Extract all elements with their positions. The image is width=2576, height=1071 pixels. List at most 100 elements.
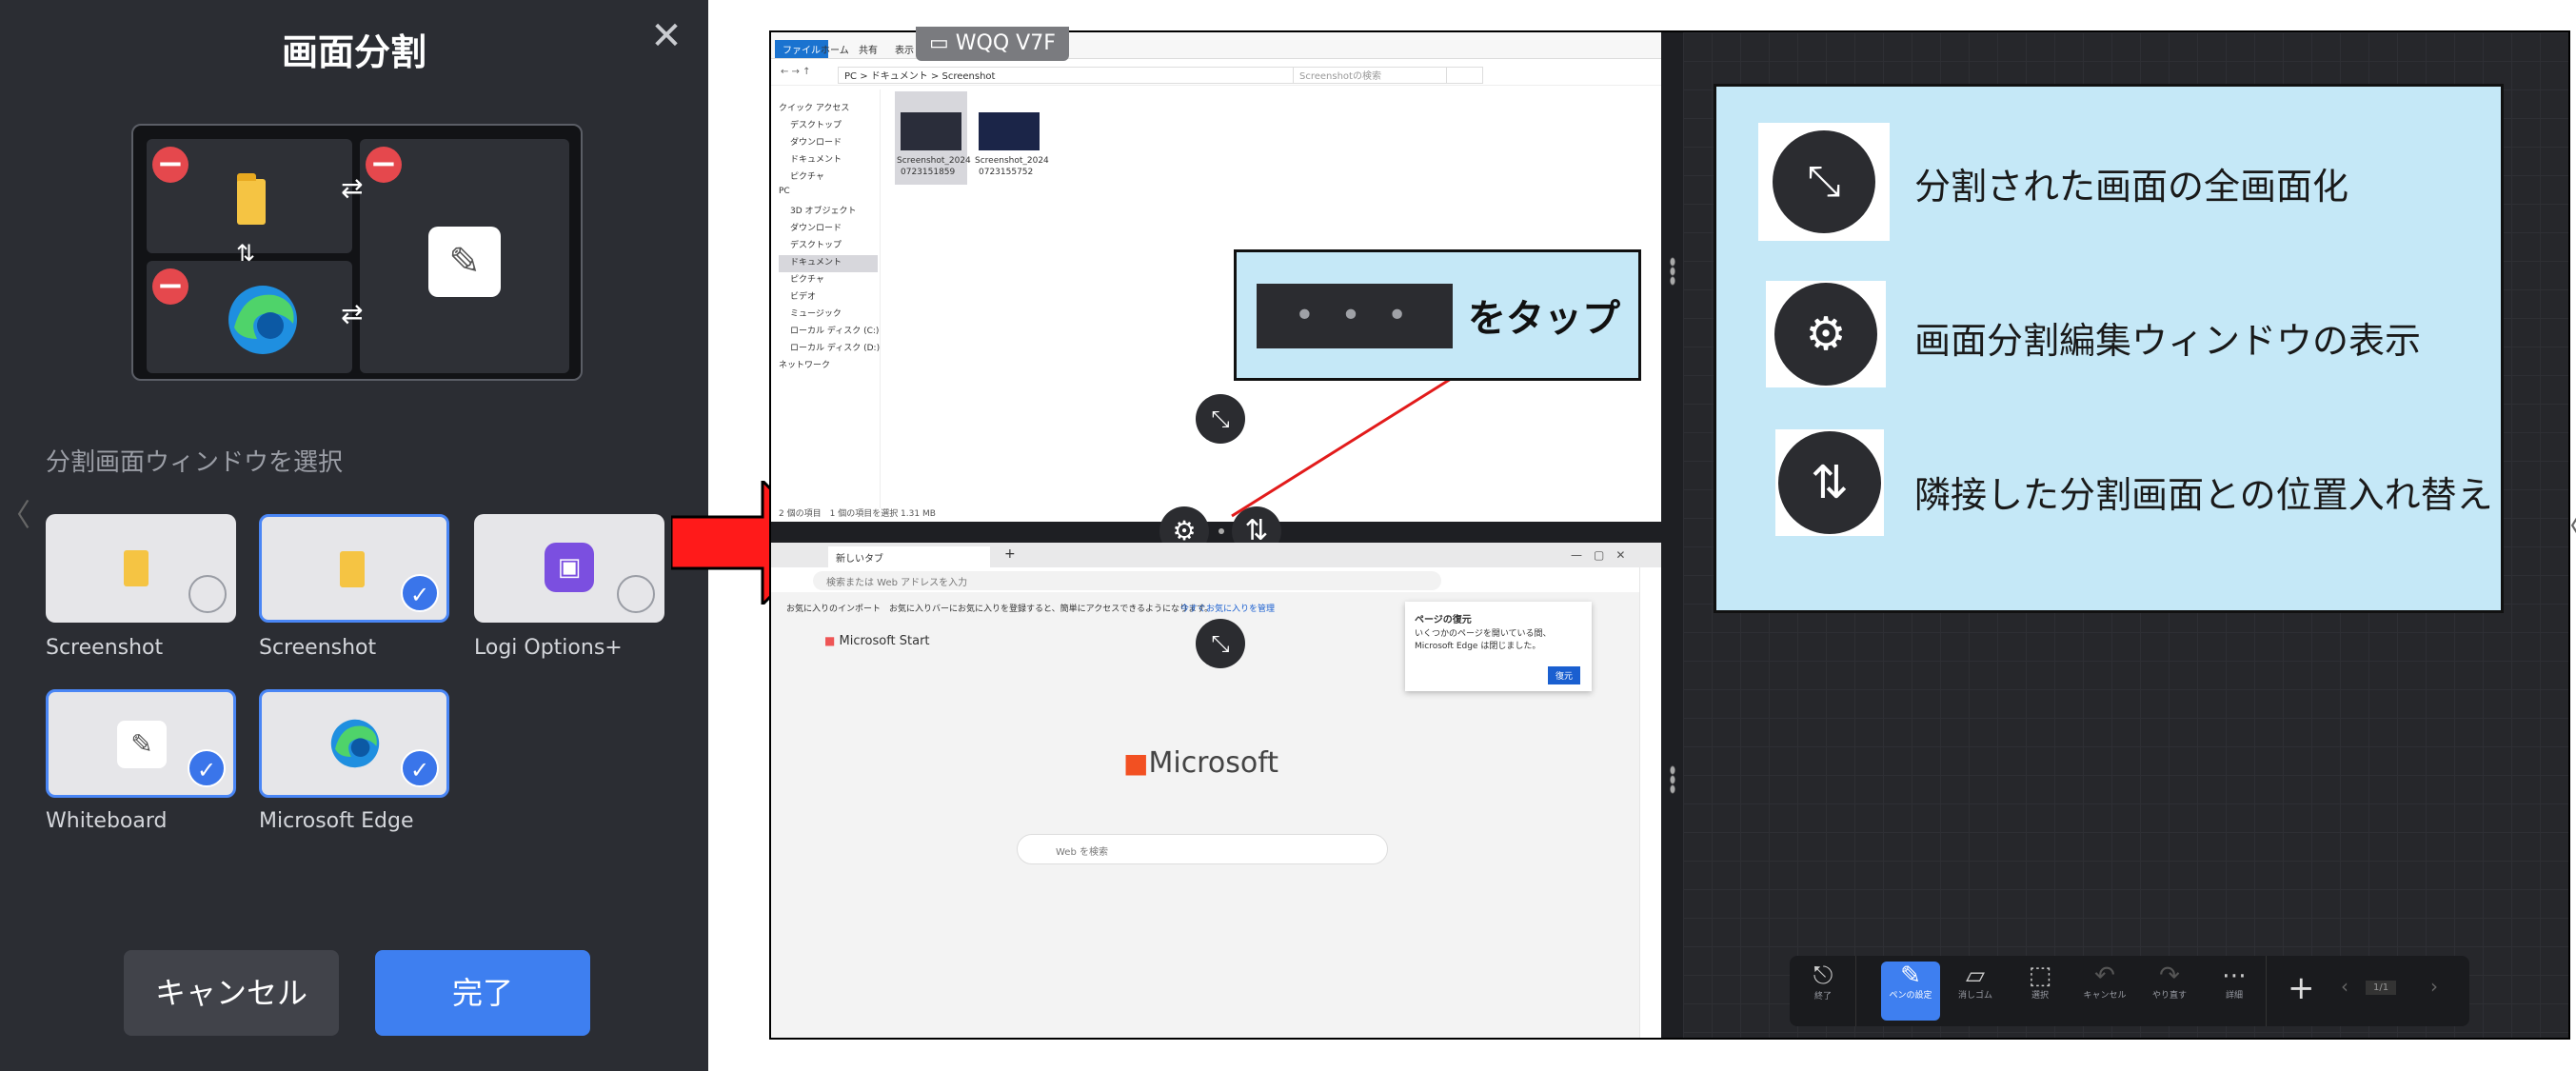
file-item-selected[interactable]: Screenshot_2024 0723151859: [895, 91, 971, 185]
select-icon[interactable]: ⬚ 選択: [2011, 962, 2070, 1021]
nav-arrows[interactable]: ← → ↑: [781, 67, 811, 77]
explorer-search-input[interactable]: Screenshotの検索: [1293, 67, 1483, 84]
exit-icon[interactable]: ⎋ 終了: [1790, 956, 1856, 1026]
drag-handle[interactable]: [1670, 765, 1675, 794]
window-controls[interactable]: — ▢ ✕: [1571, 546, 1625, 563]
nav-item[interactable]: 3D オブジェクト: [779, 204, 880, 221]
edge-sidebar[interactable]: [1639, 567, 1661, 1038]
legend-text: 画面分割編集ウィンドウの表示: [1914, 320, 2422, 362]
favbar-import[interactable]: お気に入りのインポート: [786, 602, 881, 614]
thumbnail: [979, 112, 1040, 150]
legend-icon-box: ⇅: [1775, 429, 1884, 536]
drag-handle[interactable]: [1670, 257, 1675, 286]
layout-preview: ✎ − − − ⇄ ⇄ ⇅: [131, 124, 583, 381]
pen-icon[interactable]: ✎ ペンの設定: [1881, 962, 1940, 1021]
tap-text: をタップ: [1468, 297, 1620, 341]
window-label: ▭ WQQ V7F: [916, 27, 1069, 61]
swap-horizontal-icon[interactable]: ⇄: [341, 301, 363, 327]
nav-item[interactable]: ミュージック: [779, 307, 880, 324]
window-card-edge[interactable]: ✓: [259, 689, 449, 798]
file-item[interactable]: Screenshot_2024 0723155752: [973, 91, 1049, 185]
logi-options-icon: ▣: [545, 543, 594, 592]
legend-icon-box: ⤡: [1758, 123, 1890, 241]
settings-icon: ⚙: [1774, 283, 1877, 386]
window-card-screenshot-2[interactable]: ✓: [259, 514, 449, 623]
nav-item[interactable]: ドキュメント: [779, 152, 880, 169]
nav-item[interactable]: ローカル ディスク (C:): [779, 324, 880, 341]
nav-item[interactable]: ダウンロード: [779, 221, 880, 238]
swap-vertical-icon: ⇅: [1778, 431, 1881, 534]
window-card-screenshot-1[interactable]: [46, 514, 236, 623]
page-indicator: 1/1: [2366, 981, 2397, 995]
microsoft-logo: ■Microsoft: [1123, 746, 1278, 780]
folder-icon: [124, 550, 149, 586]
card-label: Whiteboard: [46, 809, 168, 833]
page-controls: + ‹ 1/1 ›: [2266, 956, 2469, 1026]
edge-icon: [228, 286, 297, 354]
nav-item[interactable]: ダウンロード: [779, 135, 880, 152]
favbar-text: お気に入りバーにお気に入りを登録すると、簡単にアクセスできるようになります。: [889, 605, 1214, 614]
ribbon-tab[interactable]: ホーム: [821, 42, 849, 56]
remove-folder-button[interactable]: −: [152, 147, 188, 183]
whiteboard-pen-icon: ✎: [117, 721, 167, 768]
fullscreen-icon: ⤡: [1773, 130, 1875, 233]
nav-item[interactable]: ピクチャ: [779, 169, 880, 187]
restore-popup: ページの復元 いくつかのページを開いている間、Microsoft Edge は閉…: [1405, 602, 1592, 691]
address-input[interactable]: 検索または Web アドレスを入力: [813, 571, 1441, 590]
split-screen-panel: 画面分割 ✕ ✎ − − − ⇄ ⇄ ⇅ 分割画面ウィンドウを選択 Screen…: [0, 0, 708, 1071]
window-card-logi-options[interactable]: ▣: [474, 514, 664, 623]
nav-item[interactable]: ドキュメント: [779, 255, 878, 272]
split-divider[interactable]: [771, 522, 1661, 543]
thumbnail: [901, 112, 961, 150]
edge-window[interactable]: 新しいタブ + — ▢ ✕ 検索または Web アドレスを入力 お気に入りのイン…: [771, 543, 1661, 1038]
nav-item[interactable]: デスクトップ: [779, 238, 880, 255]
restore-button[interactable]: 復元: [1548, 666, 1581, 684]
undo-icon[interactable]: ↶ キャンセル: [2075, 962, 2134, 1021]
next-page-icon[interactable]: ›: [2430, 975, 2438, 998]
browser-tab[interactable]: 新しいタブ: [828, 546, 990, 567]
redo-icon[interactable]: ↷ やり直す: [2140, 962, 2199, 1021]
card-label: Screenshot: [259, 636, 377, 660]
nav-item[interactable]: クイック アクセス: [779, 101, 880, 118]
check-icon: ✓: [188, 749, 226, 787]
ms-start-link[interactable]: ■ Microsoft Start: [824, 634, 930, 648]
folder-icon: [340, 551, 365, 587]
unselected-radio[interactable]: [617, 575, 655, 613]
legend-icon-box: ⚙: [1766, 281, 1886, 387]
nav-item[interactable]: デスクトップ: [779, 118, 880, 135]
window-card-whiteboard[interactable]: ✎ ✓: [46, 689, 236, 798]
add-page-icon[interactable]: +: [2288, 969, 2315, 1007]
favbar-link[interactable]: 今すぐお気に入りを管理: [1180, 602, 1275, 614]
nav-item[interactable]: PC: [779, 187, 880, 204]
eraser-icon[interactable]: ▱ 消しゴム: [1946, 962, 2005, 1021]
nav-item[interactable]: ピクチャ: [779, 272, 880, 289]
done-button[interactable]: 完了: [375, 950, 590, 1036]
chevron-left-icon[interactable]: 〈: [0, 491, 30, 535]
icon-legend: ⤡ 分割された画面の全画面化 ⚙ 画面分割編集ウィンドウの表示 ⇅ 隣接した分割…: [1714, 84, 2504, 613]
swap-horizontal-icon[interactable]: ⇄: [341, 175, 363, 202]
chevron-left-icon[interactable]: 〈: [2553, 503, 2576, 546]
cancel-button[interactable]: キャンセル: [124, 950, 339, 1036]
more-dots-icon: • • •: [1257, 284, 1453, 348]
swap-vertical-icon[interactable]: ⇅: [236, 240, 255, 267]
prev-page-icon[interactable]: ‹: [2341, 975, 2348, 998]
ribbon-tab[interactable]: 表示: [895, 42, 914, 56]
new-tab-icon[interactable]: +: [1004, 546, 1016, 562]
close-icon[interactable]: ✕: [647, 17, 685, 55]
remove-whiteboard-button[interactable]: −: [366, 147, 402, 183]
whiteboard-pen-icon: ✎: [428, 227, 501, 297]
unselected-radio[interactable]: [188, 575, 227, 613]
ribbon-tab[interactable]: 共有: [859, 42, 878, 56]
nav-item[interactable]: ローカル ディスク (D:): [779, 341, 880, 358]
fullscreen-icon[interactable]: ⤡: [1196, 619, 1245, 668]
restore-title: ページの復元: [1415, 615, 1472, 625]
screen-share-icon: ▭: [929, 31, 956, 55]
legend-text: 分割された画面の全画面化: [1914, 166, 2349, 208]
status-bar: 2 個の項目 1 個の項目を選択 1.31 MB: [779, 509, 936, 519]
remove-edge-button[interactable]: −: [152, 268, 188, 305]
nav-item[interactable]: ビデオ: [779, 289, 880, 307]
more-icon[interactable]: ⋯ 詳細: [2205, 962, 2264, 1021]
card-label: Microsoft Edge: [259, 809, 414, 833]
web-search-input[interactable]: Web を検索: [1017, 834, 1388, 864]
nav-item[interactable]: ネットワーク: [779, 358, 880, 375]
